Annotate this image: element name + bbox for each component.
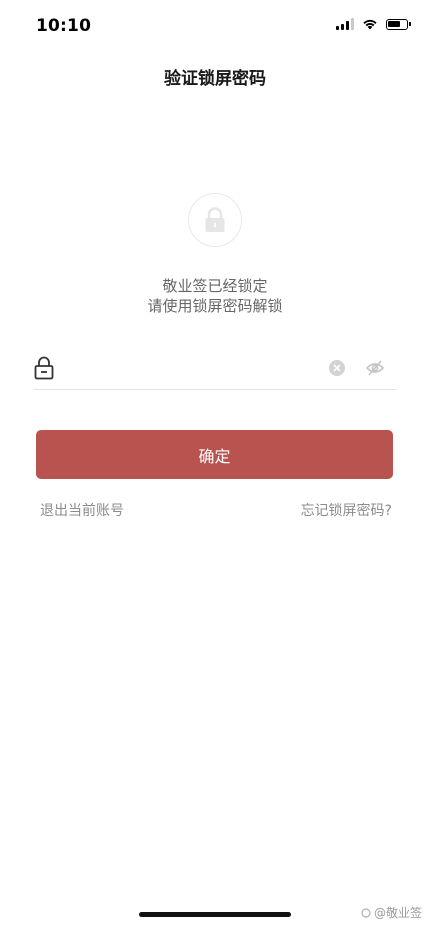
password-input[interactable]	[74, 354, 318, 382]
status-icons	[336, 18, 411, 30]
page-title: 验证锁屏密码	[164, 69, 266, 89]
status-time: 10:10	[36, 16, 92, 36]
wifi-icon	[363, 19, 377, 30]
forgot-password-link[interactable]: 忘记锁屏密码?	[301, 500, 392, 520]
home-indicator[interactable]	[139, 912, 291, 917]
padlock-icon	[205, 207, 225, 232]
password-field	[34, 348, 396, 390]
watermark: @敬业签	[361, 904, 422, 921]
logout-link[interactable]: 退出当前账号	[40, 500, 124, 520]
eye-hidden-icon[interactable]	[365, 359, 385, 377]
unlock-instruction-text: 请使用锁屏密码解锁	[147, 297, 283, 315]
status-bar: 10:10	[0, 0, 430, 54]
padlock-outline-icon	[34, 356, 54, 380]
battery-icon	[386, 18, 411, 30]
clear-circle-icon[interactable]	[329, 360, 345, 376]
lock-badge	[188, 193, 242, 247]
cellular-signal-icon	[336, 18, 354, 30]
lock-status-text: 敬业签已经锁定	[162, 277, 268, 295]
watermark-text: @敬业签	[373, 906, 422, 920]
watermark-logo-icon	[361, 907, 371, 918]
confirm-button[interactable]: 确定	[36, 430, 393, 479]
